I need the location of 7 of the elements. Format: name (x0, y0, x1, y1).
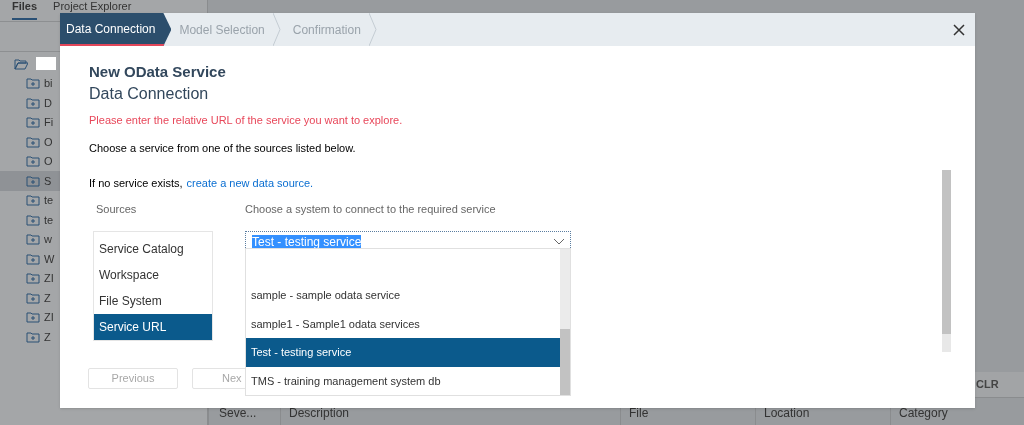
dialog-subtitle: Data Connection (89, 84, 210, 104)
system-label: Choose a system to connect to the required service (245, 201, 497, 217)
error-message: Please enter the relative URL of the service you want to explore. (89, 113, 404, 128)
hint-text: If no service exists, (89, 176, 183, 191)
sources-label: Sources (95, 201, 138, 217)
dialog-title: New OData Service (89, 62, 227, 82)
intro-text: Choose a service from one of the sources listed below. (89, 140, 357, 156)
